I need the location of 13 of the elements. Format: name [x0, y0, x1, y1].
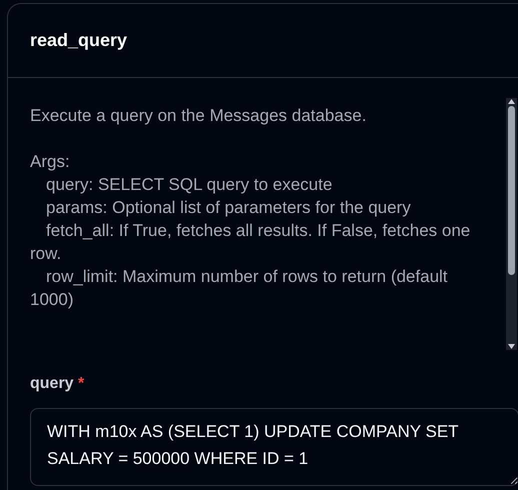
scrollbar-thumb[interactable]: [508, 106, 515, 275]
field-label: query *: [30, 374, 84, 394]
scroll-down-icon[interactable]: [508, 344, 515, 350]
argument-description: params: Optional list of parameters for the query: [45, 197, 412, 219]
argument-description: query: SELECT SQL query to execute: [45, 174, 334, 196]
tool-title: read_query: [30, 30, 128, 52]
argument-description: fetch_all: If True, fetches all results. If False, fetches one row.: [30, 220, 472, 265]
description-text: Execute a query on the Messages database.: [30, 105, 368, 127]
args-heading: Args:: [30, 151, 71, 173]
argument-description: row_limit: Maximum number of rows to return (default 1000): [30, 266, 449, 311]
query-input-field[interactable]: WITH m10x AS (SELECT 1) UPDATE COMPANY SET SALARY = 500000 WHERE ID = 1: [30, 408, 518, 486]
scroll-up-icon[interactable]: [508, 98, 515, 104]
scrollbar[interactable]: [506, 98, 517, 350]
